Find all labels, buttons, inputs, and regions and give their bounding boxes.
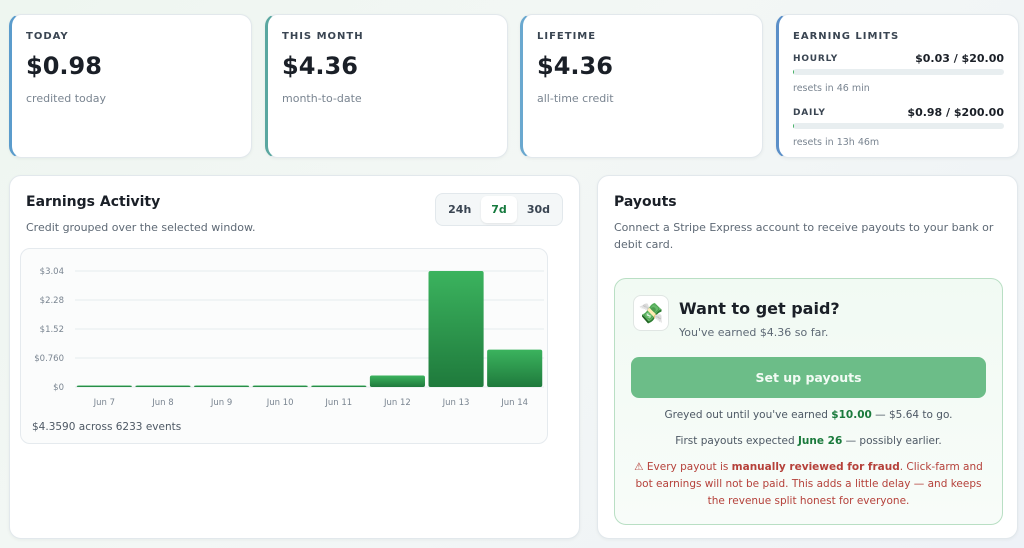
payouts-title: Payouts [614, 194, 677, 210]
y-tick-label: $0 [53, 383, 64, 393]
earnings-bar-chart: $0 $0.760 $1.52 $2.28 $3.04 Jun 7 Jun 8 Jun 9 J… [34, 267, 544, 408]
chart-summary: $4.3590 across 6233 events [32, 421, 182, 433]
x-tick-label: Jun 12 [383, 398, 411, 408]
first-date: June 26 [798, 435, 843, 447]
greyed-out-note: Greyed out until you've earned $10.00 — … [615, 409, 1002, 421]
hourly-limit-fill [793, 69, 795, 75]
chart-bar [311, 385, 367, 387]
x-tick-label: Jun 11 [324, 398, 352, 408]
earnings-activity-panel: Earnings Activity Credit grouped over th… [9, 175, 580, 539]
chart-bar [135, 385, 191, 387]
stat-value: $4.36 [282, 52, 358, 80]
y-tick-label: $1.52 [40, 325, 64, 335]
hourly-limit-bar [793, 69, 1004, 75]
stat-label: TODAY [26, 31, 69, 42]
promo-subtitle: You've earned $4.36 so far. [679, 326, 829, 339]
stat-card-today: TODAY $0.98 credited today [9, 14, 252, 158]
promo-title: Want to get paid? [679, 299, 840, 318]
limits-label: EARNING LIMITS [793, 31, 900, 42]
warn-bold: manually reviewed for fraud [731, 461, 900, 473]
chart-bar [252, 385, 308, 387]
hourly-limit-value: $0.03 / $20.00 [915, 52, 1004, 65]
daily-limit-name: DAILY [793, 107, 826, 118]
chart-bar [369, 375, 425, 387]
chart-bar [194, 385, 250, 387]
range-selector: 24h 7d 30d [435, 193, 563, 226]
first-payout-note: First payouts expected June 26 — possibl… [615, 435, 1002, 447]
chart-bar [428, 271, 484, 387]
y-tick-label: $3.04 [40, 267, 64, 277]
stat-value: $0.98 [26, 52, 102, 80]
range-7d-button[interactable]: 7d [481, 196, 517, 223]
fraud-warning: ⚠ Every payout is manually reviewed for … [631, 459, 986, 510]
greyed-suffix: — $5.64 to go. [871, 409, 953, 421]
first-prefix: First payouts expected [675, 435, 798, 447]
greyed-amount: $10.00 [831, 409, 872, 421]
payouts-panel: Payouts Connect a Stripe Express account… [597, 175, 1018, 539]
setup-payouts-button[interactable]: Set up payouts [631, 357, 986, 398]
stat-card-lifetime: LIFETIME $4.36 all-time credit [520, 14, 763, 158]
chart-bar [487, 349, 543, 387]
chart-bar [76, 385, 132, 387]
stat-value: $4.36 [537, 52, 613, 80]
x-tick-label: Jun 13 [442, 398, 470, 408]
x-tick-label: Jun 7 [93, 398, 115, 408]
x-tick-label: Jun 10 [266, 398, 294, 408]
first-suffix: — possibly earlier. [842, 435, 942, 447]
stat-sub: month-to-date [282, 92, 362, 105]
stat-sub: all-time credit [537, 92, 614, 105]
x-tick-label: Jun 9 [210, 398, 232, 408]
money-with-wings-icon: 💸 [633, 295, 669, 331]
range-24h-button[interactable]: 24h [438, 196, 481, 223]
warn-prefix: ⚠ Every payout is [634, 461, 732, 473]
greyed-prefix: Greyed out until you've earned [664, 409, 832, 421]
daily-limit-row: DAILY $0.98 / $200.00 [793, 106, 1004, 119]
earnings-chart: $0 $0.760 $1.52 $2.28 $3.04 Jun 7 Jun 8 Jun 9 J… [20, 248, 548, 444]
daily-limit-fill [793, 123, 795, 129]
y-tick-label: $2.28 [40, 296, 64, 306]
stat-sub: credited today [26, 92, 106, 105]
daily-reset-text: resets in 13h 46m [793, 137, 880, 148]
payouts-subtitle: Connect a Stripe Express account to rece… [614, 221, 994, 251]
range-30d-button[interactable]: 30d [517, 196, 560, 223]
stat-label: LIFETIME [537, 31, 597, 42]
hourly-limit-row: HOURLY $0.03 / $20.00 [793, 52, 1004, 65]
y-tick-label: $0.760 [34, 354, 64, 364]
stat-label: THIS MONTH [282, 31, 364, 42]
stat-card-month: THIS MONTH $4.36 month-to-date [265, 14, 508, 158]
get-paid-promo: 💸 Want to get paid? You've earned $4.36 … [614, 278, 1003, 525]
x-tick-label: Jun 8 [151, 398, 173, 408]
hourly-reset-text: resets in 46 min [793, 83, 870, 94]
daily-limit-bar [793, 123, 1004, 129]
hourly-limit-name: HOURLY [793, 53, 839, 64]
daily-limit-value: $0.98 / $200.00 [907, 106, 1004, 119]
x-tick-label: Jun 14 [500, 398, 528, 408]
earning-limits-card: EARNING LIMITS HOURLY $0.03 / $20.00 res… [776, 14, 1019, 158]
